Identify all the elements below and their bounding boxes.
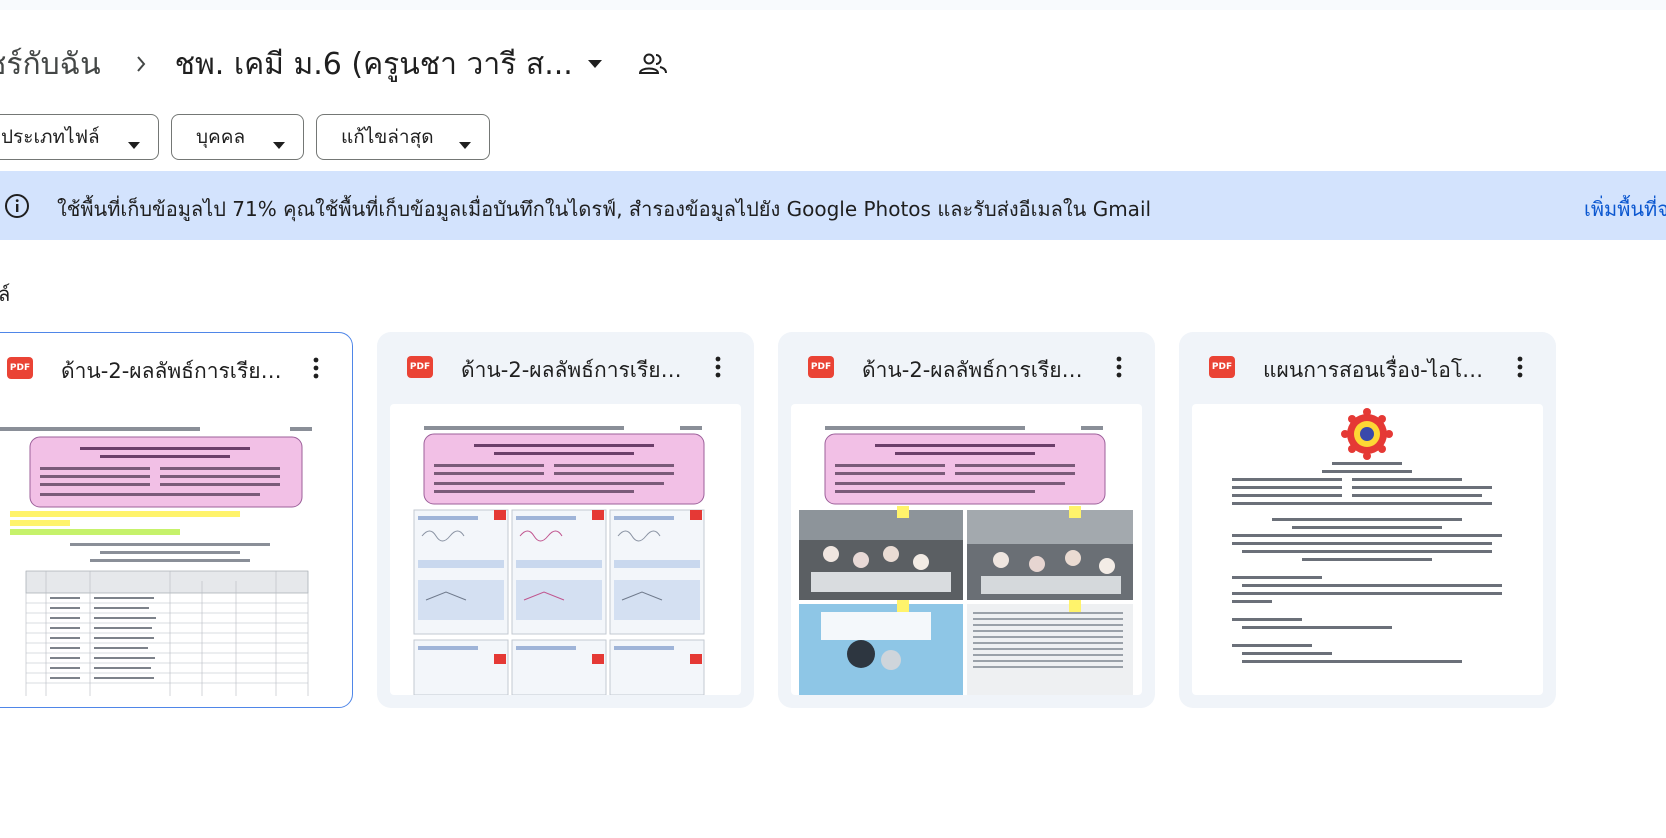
file-thumbnail	[390, 404, 741, 695]
file-card-header: PDF แผนการสอนเรื่อง-ไอโซเมอร์...	[1179, 332, 1556, 400]
file-title: ด้าน-2-ผลลัพธ์การเรียนรู้...	[61, 359, 289, 383]
file-card[interactable]: PDF ด้าน-2-ผลลัพธ์การเรียนรู้...	[0, 332, 353, 708]
breadcrumb-parent[interactable]: ชร์กับฉัน	[0, 41, 101, 88]
breadcrumb-current-folder[interactable]: ชพ. เคมี ม.6 (ครูนชา วารี ส...	[175, 41, 573, 88]
pdf-icon: PDF	[1209, 356, 1235, 378]
pdf-icon: PDF	[407, 356, 433, 378]
storage-banner-text: ใช้พื้นที่เก็บข้อมูลไป 71% คุณใช้พื้นที่…	[57, 197, 1152, 221]
document-preview-lesson-plan	[1232, 408, 1502, 663]
more-vert-icon[interactable]	[304, 355, 328, 381]
file-title: ด้าน-2-ผลลัพธ์การเรียนรู้...	[862, 358, 1090, 382]
file-title: ด้าน-2-ผลลัพธ์การเรียนรู้...	[461, 358, 689, 382]
pdf-icon: PDF	[808, 356, 834, 378]
filter-type-label: ประเภทไฟล์	[1, 126, 100, 148]
people-icon[interactable]	[638, 53, 667, 75]
more-vert-icon[interactable]	[1508, 354, 1532, 380]
breadcrumb: ชร์กับฉัน ชพ. เคมี ม.6 (ครูนชา วารี ส...	[0, 38, 667, 90]
folder-menu-caret-down-icon[interactable]	[587, 59, 603, 69]
file-thumbnail	[0, 405, 341, 696]
more-vert-icon[interactable]	[706, 354, 730, 380]
file-card[interactable]: PDF แผนการสอนเรื่อง-ไอโซเมอร์...	[1179, 332, 1556, 708]
document-preview-photos	[799, 426, 1133, 695]
pdf-icon: PDF	[7, 357, 33, 379]
storage-banner: ใช้พื้นที่เก็บข้อมูลไป 71% คุณใช้พื้นที่…	[0, 171, 1666, 240]
section-heading: ล์	[0, 282, 11, 306]
file-card-header: PDF ด้าน-2-ผลลัพธ์การเรียนรู้...	[778, 332, 1155, 400]
caret-down-icon	[273, 133, 285, 155]
file-card-header: PDF ด้าน-2-ผลลัพธ์การเรียนรู้...	[377, 332, 754, 400]
file-card[interactable]: PDF ด้าน-2-ผลลัพธ์การเรียนรู้...	[778, 332, 1155, 708]
chevron-right-icon	[135, 55, 147, 73]
filter-people-label: บุคคล	[196, 126, 246, 148]
school-emblem-icon	[1341, 408, 1393, 460]
filter-modified-chip[interactable]: แก้ไขล่าสุด	[316, 114, 490, 160]
caret-down-icon	[459, 133, 471, 155]
top-strip	[0, 0, 1666, 10]
document-preview-worksheets	[413, 426, 705, 695]
file-thumbnail	[791, 404, 1142, 695]
file-title: แผนการสอนเรื่อง-ไอโซเมอร์...	[1263, 358, 1491, 382]
filter-modified-label: แก้ไขล่าสุด	[341, 126, 434, 148]
file-card-header: PDF ด้าน-2-ผลลัพธ์การเรียนรู้...	[0, 333, 352, 401]
get-more-storage-link[interactable]: เพิ่มพื้นที่จ	[1584, 193, 1666, 225]
filter-people-chip[interactable]: บุคคล	[171, 114, 304, 160]
file-thumbnail	[1192, 404, 1543, 695]
more-vert-icon[interactable]	[1107, 354, 1131, 380]
caret-down-icon	[128, 133, 140, 155]
info-icon	[4, 193, 30, 223]
filter-type-chip[interactable]: ประเภทไฟล์	[0, 114, 159, 160]
file-card[interactable]: PDF ด้าน-2-ผลลัพธ์การเรียนรู้...	[377, 332, 754, 708]
document-preview-table	[0, 427, 312, 696]
